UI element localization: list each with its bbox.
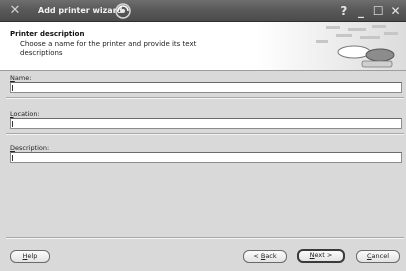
button-bar-divider — [6, 237, 404, 239]
next-button[interactable]: Next > — [297, 249, 345, 263]
description-label: Description: — [10, 144, 50, 152]
page-title: Printer description — [10, 30, 85, 38]
divider — [6, 133, 404, 135]
window-title: Add printer wizard — [38, 6, 123, 15]
minimize-icon[interactable]: _ — [355, 3, 368, 19]
page-subtitle: Choose a name for the printer and provid… — [20, 40, 197, 57]
location-label: Location: — [10, 110, 40, 118]
close-icon[interactable]: ✕ — [389, 3, 402, 19]
title-bar: ✕ Add printer wizard ? _ ☐ ✕ — [0, 0, 406, 22]
description-field[interactable] — [10, 152, 402, 163]
window-menu-icon[interactable]: ✕ — [4, 3, 26, 19]
app-logo-icon — [115, 3, 131, 19]
back-button[interactable]: < Back — [243, 250, 287, 263]
name-field[interactable] — [10, 82, 402, 93]
cancel-button[interactable]: Cancel — [356, 250, 400, 263]
location-field[interactable] — [10, 118, 402, 129]
printer-banner-image — [256, 22, 406, 70]
help-icon[interactable]: ? — [337, 3, 350, 19]
divider — [6, 97, 404, 99]
maximize-icon[interactable]: ☐ — [372, 3, 385, 19]
help-button[interactable]: Help — [10, 250, 50, 263]
name-label: Name: — [10, 74, 32, 82]
wizard-header: Printer description Choose a name for th… — [0, 22, 406, 71]
